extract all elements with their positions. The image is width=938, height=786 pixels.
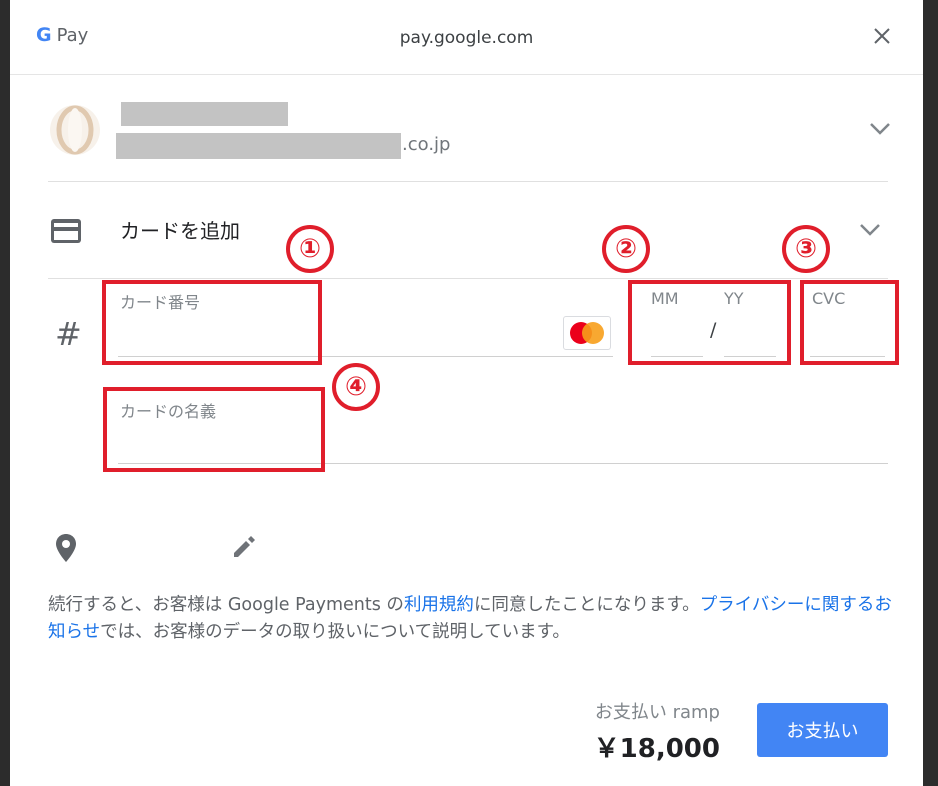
divider [48, 181, 888, 182]
terms-text: 続行すると、お客様は Google Payments の利用規約に同意したことに… [48, 592, 898, 646]
chevron-down-icon[interactable] [869, 122, 891, 136]
background-page-right [923, 0, 938, 786]
annotation-badge-4: ④ [332, 363, 380, 411]
avatar-logo-icon [56, 105, 94, 155]
pay-to-label: お支払い ramp [594, 702, 720, 723]
terms-of-service-link[interactable]: 利用規約 [404, 595, 474, 615]
account-row[interactable]: .co.jp [50, 100, 890, 180]
terms-text-part3: では、お客様のデータの取り扱いについて説明しています。 [100, 622, 570, 642]
mastercard-icon [563, 316, 611, 350]
chevron-down-icon[interactable] [859, 223, 881, 237]
annotation-box-cardholder-name [103, 387, 325, 472]
annotation-badge-1: ① [286, 225, 334, 273]
email-suffix: .co.jp [402, 134, 451, 155]
redacted-email [116, 133, 401, 159]
annotation-box-cvc [800, 280, 899, 365]
redacted-name [121, 102, 288, 126]
annotation-box-card-number [102, 280, 322, 365]
divider [48, 278, 888, 279]
annotation-box-expiry [628, 280, 791, 365]
terms-text-part2: に同意したことになります。 [473, 595, 700, 615]
pencil-icon[interactable] [230, 533, 258, 561]
domain-label: pay.google.com [399, 28, 534, 48]
credit-card-icon [51, 219, 81, 243]
add-card-label[interactable]: カードを追加 [120, 215, 240, 244]
location-pin-icon [56, 534, 76, 562]
close-icon[interactable] [870, 24, 894, 48]
pay-button[interactable]: お支払い [757, 703, 888, 757]
mastercard-logo-icon [570, 322, 604, 344]
card-number-hash-icon: # [55, 315, 82, 353]
background-page-left [0, 0, 10, 786]
annotation-badge-3: ③ [782, 225, 830, 273]
dialog-titlebar: G Pay pay.google.com [10, 0, 923, 75]
annotation-badge-2: ② [602, 225, 650, 273]
total-amount: ￥18,000 [593, 734, 720, 764]
terms-text-part1: 続行すると、お客様は Google Payments の [48, 595, 404, 615]
avatar [50, 105, 100, 155]
google-pay-dialog: G Pay pay.google.com .co.jp カードを追加 # カード… [10, 0, 923, 786]
